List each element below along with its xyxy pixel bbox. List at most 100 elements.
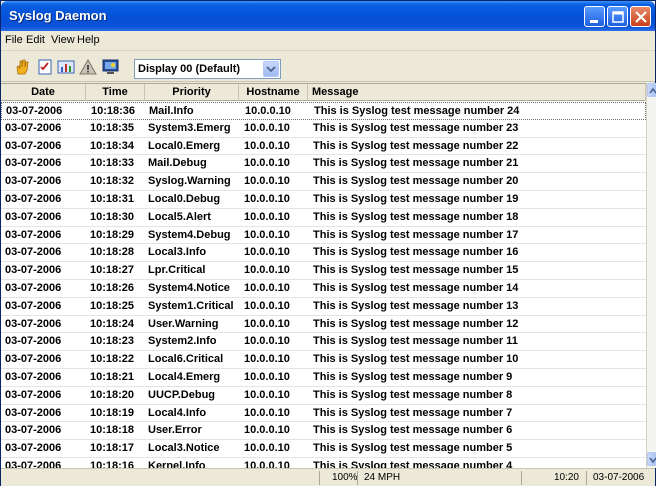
vertical-scrollbar[interactable] — [646, 83, 656, 468]
table-row[interactable]: 03-07-2006 10:18:20 UUCP.Debug 10.0.0.10 Thi… — [1, 387, 646, 405]
cell-host: 10.0.0.10 — [244, 371, 290, 383]
column-header-hostname[interactable]: Hostname — [239, 84, 308, 101]
table-row[interactable]: 03-07-2006 10:18:28 Local3.Info 10.0.0.10 Th… — [1, 244, 646, 263]
cell-date: 03-07-2006 — [5, 139, 62, 152]
chevron-down-icon[interactable] — [263, 61, 279, 77]
close-button[interactable] — [630, 6, 651, 27]
table-row[interactable]: 03-07-2006 10:18:33 Mail.Debug 10.0.0.10 Thi… — [1, 155, 646, 174]
cell-time: 10:18:19 — [90, 406, 135, 419]
table-row[interactable]: 03-07-2006 10:18:16 Kernel.Info 10.0.0.10 Th… — [1, 458, 646, 468]
cell-message: This is Syslog test message number 7 — [313, 406, 513, 419]
cell-date: 03-07-2006 — [5, 299, 62, 312]
menu-file[interactable]: File — [5, 34, 23, 46]
title-bar[interactable]: Syslog Daemon — [1, 1, 655, 31]
cell-date: 03-07-2006 — [5, 371, 62, 383]
table-row[interactable]: 03-07-2006 10:18:23 System2.Info 10.0.0.10 T… — [1, 333, 646, 352]
cell-time: 10:18:27 — [90, 264, 135, 277]
column-header-priority[interactable]: Priority — [145, 84, 239, 101]
table-row[interactable]: 03-07-2006 10:18:25 System1.Critical 10.0.0… — [1, 298, 646, 316]
table-row[interactable]: 03-07-2006 10:18:26 System4.Notice 10.0.0.1… — [1, 280, 646, 298]
cell-time: 10:18:25 — [90, 299, 135, 312]
table-row[interactable]: 03-07-2006 10:18:36 Mail.Info 10.0.0.10 This… — [1, 102, 646, 120]
table-row[interactable]: 03-07-2006 10:18:32 Syslog.Warning 10.0.0.1… — [1, 173, 646, 191]
cell-priority: Local3.Notice — [148, 442, 220, 455]
checklist-icon[interactable] — [36, 58, 54, 76]
hand-icon[interactable] — [13, 58, 31, 76]
minimize-button[interactable] — [584, 6, 605, 27]
monitor-icon[interactable] — [102, 58, 120, 76]
cell-host: 10.0.0.10 — [244, 228, 290, 241]
table-row[interactable]: 03-07-2006 10:18:27 Lpr.Critical 10.0.0.10 T… — [1, 262, 646, 280]
table-row[interactable]: 03-07-2006 10:18:35 System3.Emerg 10.0.0.10… — [1, 120, 646, 138]
cell-priority: Local6.Critical — [148, 353, 224, 366]
chevron-down-icon — [649, 457, 656, 464]
cell-message: This is Syslog test message number 19 — [313, 193, 519, 205]
cell-date: 03-07-2006 — [5, 317, 62, 330]
cell-priority: Kernel.Info — [148, 460, 206, 468]
cell-host: 10.0.0.10 — [244, 175, 290, 188]
cell-message: This is Syslog test message number 5 — [313, 442, 513, 455]
cell-date: 03-07-2006 — [5, 406, 62, 419]
cell-priority: Local0.Debug — [148, 193, 221, 205]
cell-host: 10.0.0.10 — [244, 388, 290, 401]
maximize-button[interactable] — [607, 6, 628, 27]
window-title: Syslog Daemon — [9, 8, 107, 23]
cell-host: 10.0.0.10 — [244, 121, 290, 134]
cell-host: 10.0.0.10 — [244, 193, 290, 205]
table-row[interactable]: 03-07-2006 10:18:24 User.Warning 10.0.0.10 T… — [1, 316, 646, 334]
cell-message: This is Syslog test message number 6 — [313, 424, 513, 437]
cell-time: 10:18:36 — [91, 105, 136, 117]
menu-help[interactable]: Help — [77, 34, 100, 46]
display-select[interactable]: Display 00 (Default) — [134, 59, 281, 79]
table-row[interactable]: 03-07-2006 10:18:18 User.Error 10.0.0.10 Thi… — [1, 422, 646, 441]
cell-date: 03-07-2006 — [5, 388, 62, 401]
message-table[interactable]: Date Time Priority Hostname Message 03-0… — [1, 83, 646, 468]
toolbar: Display 00 (Default) — [1, 52, 655, 82]
scroll-up-button[interactable] — [647, 83, 656, 97]
table-row[interactable]: 03-07-2006 10:18:30 Local5.Alert 10.0.0.10 T… — [1, 209, 646, 227]
table-row[interactable]: 03-07-2006 10:18:19 Local4.Info 10.0.0.10 Th… — [1, 405, 646, 423]
cell-time: 10:18:23 — [90, 335, 135, 348]
chevron-up-icon — [649, 87, 656, 94]
table-row[interactable]: 03-07-2006 10:18:22 Local6.Critical 10.0.0.… — [1, 351, 646, 369]
menu-view[interactable]: View — [51, 34, 75, 46]
cell-time: 10:18:24 — [90, 317, 135, 330]
cell-host: 10.0.0.10 — [244, 442, 290, 455]
cell-time: 10:18:33 — [90, 157, 135, 170]
cell-host: 10.0.0.10 — [244, 317, 290, 330]
cell-priority: Syslog.Warning — [148, 175, 231, 188]
cell-message: This is Syslog test message number 18 — [313, 210, 519, 223]
cell-date: 03-07-2006 — [5, 193, 62, 205]
warning-icon[interactable] — [79, 58, 97, 76]
cell-time: 10:18:21 — [90, 371, 135, 383]
cell-message: This is Syslog test message number 13 — [313, 299, 519, 312]
menu-edit[interactable]: Edit — [26, 34, 45, 46]
cell-message: This is Syslog test message number 14 — [313, 282, 519, 294]
cell-date: 03-07-2006 — [5, 175, 62, 188]
cell-time: 10:18:22 — [90, 353, 135, 366]
table-row[interactable]: 03-07-2006 10:18:17 Local3.Notice 10.0.0.10… — [1, 440, 646, 458]
cell-time: 10:18:28 — [90, 246, 135, 259]
table-row[interactable]: 03-07-2006 10:18:21 Local4.Emerg 10.0.0.10 T… — [1, 369, 646, 387]
column-header-date[interactable]: Date — [1, 84, 86, 101]
column-header-time[interactable]: Time — [86, 84, 145, 101]
chart-icon[interactable] — [57, 58, 75, 76]
cell-host: 10.0.0.10 — [245, 105, 291, 117]
scroll-down-button[interactable] — [647, 452, 656, 466]
cell-priority: Local0.Emerg — [148, 139, 221, 152]
cell-message: This is Syslog test message number 17 — [313, 228, 519, 241]
cell-host: 10.0.0.10 — [244, 139, 290, 152]
table-row[interactable]: 03-07-2006 10:18:29 System4.Debug 10.0.0.10… — [1, 227, 646, 245]
column-header-message[interactable]: Message — [308, 84, 646, 101]
cell-message: This is Syslog test message number 22 — [313, 139, 519, 152]
cell-priority: Local4.Emerg — [148, 371, 221, 383]
cell-date: 03-07-2006 — [6, 105, 63, 117]
status-time: 10:20 — [521, 471, 585, 485]
table-row[interactable]: 03-07-2006 10:18:31 Local0.Debug 10.0.0.10 T… — [1, 191, 646, 209]
cell-priority: System3.Emerg — [148, 121, 231, 134]
table-row[interactable]: 03-07-2006 10:18:34 Local0.Emerg 10.0.0.10 T… — [1, 138, 646, 156]
cell-message: This is Syslog test message number 15 — [313, 264, 519, 277]
cell-message: This is Syslog test message number 23 — [313, 121, 519, 134]
cell-message: This is Syslog test message number 24 — [314, 105, 520, 117]
cell-time: 10:18:26 — [90, 282, 135, 294]
